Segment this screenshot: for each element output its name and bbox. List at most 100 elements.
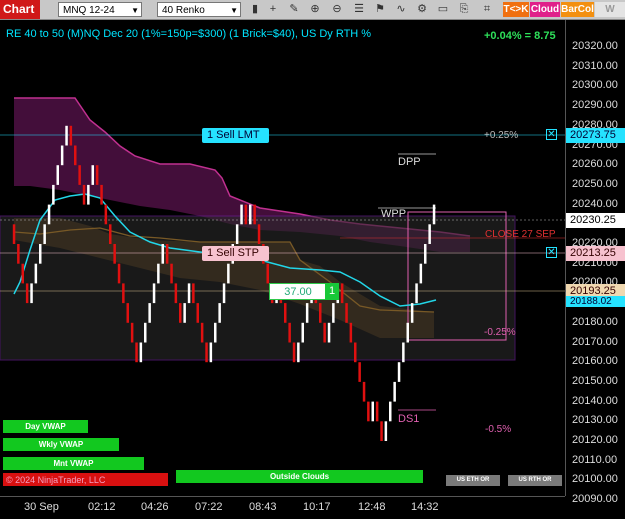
indicator-icon[interactable]: ∿	[392, 2, 410, 17]
down-brick	[165, 244, 169, 264]
down-brick	[257, 224, 261, 244]
sell-stop-order[interactable]: 1 Sell STP	[202, 246, 269, 261]
up-brick	[39, 244, 42, 264]
chevron-down-icon: ▼	[230, 6, 238, 15]
time-axis[interactable]	[0, 496, 565, 519]
up-brick	[161, 244, 164, 264]
price-tick: 20090.00	[572, 493, 618, 506]
up-brick	[52, 184, 55, 205]
outside-clouds-button[interactable]: Outside Clouds	[176, 470, 423, 483]
time-tick: 02:12	[88, 501, 116, 513]
bar-chart-icon[interactable]: ▮	[246, 2, 264, 17]
down-brick	[349, 322, 353, 343]
tck-toggle[interactable]: T<>K	[503, 2, 529, 17]
link-icon[interactable]: ⎘	[455, 2, 473, 17]
crosshair-icon[interactable]: +	[264, 2, 282, 17]
down-brick	[284, 303, 287, 323]
down-brick	[266, 263, 269, 284]
down-brick	[244, 204, 248, 225]
down-brick	[192, 283, 195, 304]
properties-icon[interactable]: ☰	[350, 2, 368, 17]
up-brick	[301, 322, 304, 343]
down-brick	[122, 283, 125, 304]
down-brick	[170, 263, 173, 284]
up-brick	[305, 303, 309, 323]
position-quantity[interactable]: 1	[325, 283, 339, 300]
up-brick	[148, 303, 151, 323]
cloud-toggle[interactable]: Cloud	[530, 2, 560, 17]
position-pnl[interactable]: 37.00	[269, 283, 327, 300]
plus-025-label: +0.25%	[484, 130, 519, 141]
up-brick	[235, 224, 239, 244]
down-brick	[358, 362, 361, 382]
down-brick	[375, 401, 379, 422]
day-vwap-button[interactable]: Day VWAP	[3, 420, 88, 433]
zoom-out-icon[interactable]: ⊖	[328, 2, 346, 17]
monthly-vwap-button[interactable]: Mnt VWAP	[3, 457, 144, 470]
up-brick	[218, 303, 221, 323]
current-price-tag: 20230.25	[566, 213, 625, 228]
price-tick: 20290.00	[572, 99, 618, 112]
down-brick	[174, 283, 178, 304]
up-brick	[60, 145, 64, 166]
up-brick	[47, 204, 51, 225]
minus-05-label: -0.5%	[485, 424, 512, 435]
range-box	[0, 215, 516, 361]
us-eth-or-button[interactable]: US ETH OR	[446, 475, 500, 486]
window-icon[interactable]: ▭	[434, 2, 452, 17]
instrument-selector[interactable]: MNQ 12-24 ▼	[58, 2, 142, 17]
up-brick	[187, 283, 191, 304]
down-brick	[323, 322, 326, 343]
down-brick	[69, 125, 73, 146]
down-brick	[362, 381, 366, 402]
up-brick	[87, 184, 90, 205]
time-tick: 14:32	[411, 501, 439, 513]
down-brick	[196, 303, 199, 323]
down-brick	[104, 204, 108, 225]
up-brick	[371, 401, 374, 422]
up-brick	[389, 401, 392, 422]
weekly-vwap-button[interactable]: Wkly VWAP	[3, 438, 119, 451]
cyan-price-tag: 20188.02	[566, 296, 625, 307]
price-tick: 20260.00	[572, 158, 618, 171]
cancel-stp-icon[interactable]: ✕	[546, 247, 557, 258]
up-brick	[139, 342, 143, 363]
down-brick	[354, 342, 357, 363]
price-tick: 20320.00	[572, 40, 618, 52]
down-brick	[109, 224, 112, 244]
settings-icon[interactable]: ⚙	[413, 2, 431, 17]
sell-limit-order[interactable]: 1 Sell LMT	[202, 128, 269, 143]
down-brick	[100, 184, 103, 205]
up-brick	[209, 342, 213, 363]
vwap-toggle[interactable]: W VWA	[595, 2, 625, 30]
cancel-lmt-icon[interactable]: ✕	[546, 129, 557, 140]
up-brick	[402, 342, 405, 363]
up-brick	[410, 303, 414, 323]
stp-price-tag: 20213.25	[566, 246, 625, 261]
lmt-price-tag: 20273.75	[566, 128, 625, 143]
up-brick	[249, 204, 252, 225]
draw-tool-icon[interactable]: ✎	[285, 2, 303, 17]
chart-toolbar: Chart MNQ 12-24 ▼ 40 Renko ▼ ▮ + ✎ ⊕ ⊖ ☰ ⚑…	[0, 0, 625, 30]
up-brick	[406, 322, 409, 343]
barcol-toggle[interactable]: BarCol	[561, 2, 594, 17]
hierarchy-icon[interactable]: ⌗	[478, 2, 496, 17]
us-rth-or-button[interactable]: US RTH OR	[508, 475, 562, 486]
price-tick: 20150.00	[572, 374, 618, 387]
down-brick	[74, 145, 77, 166]
up-brick	[393, 381, 396, 402]
price-tick: 20120.00	[572, 434, 618, 446]
strategy-icon[interactable]: ⚑	[371, 2, 389, 17]
time-tick: 04:26	[141, 501, 169, 513]
price-tick: 20100.00	[572, 473, 618, 486]
up-brick	[144, 322, 147, 343]
up-brick	[56, 165, 59, 185]
chart-header: RE 40 to 50 (M)NQ Dec 20 (1%=150p=$300) …	[6, 28, 372, 40]
up-brick	[34, 263, 38, 284]
zoom-in-icon[interactable]: ⊕	[306, 2, 324, 17]
bar-type-selector[interactable]: 40 Renko ▼	[157, 2, 241, 17]
price-tick: 20240.00	[572, 197, 618, 210]
up-brick	[214, 322, 217, 343]
up-brick	[397, 362, 401, 382]
down-brick	[17, 244, 20, 264]
